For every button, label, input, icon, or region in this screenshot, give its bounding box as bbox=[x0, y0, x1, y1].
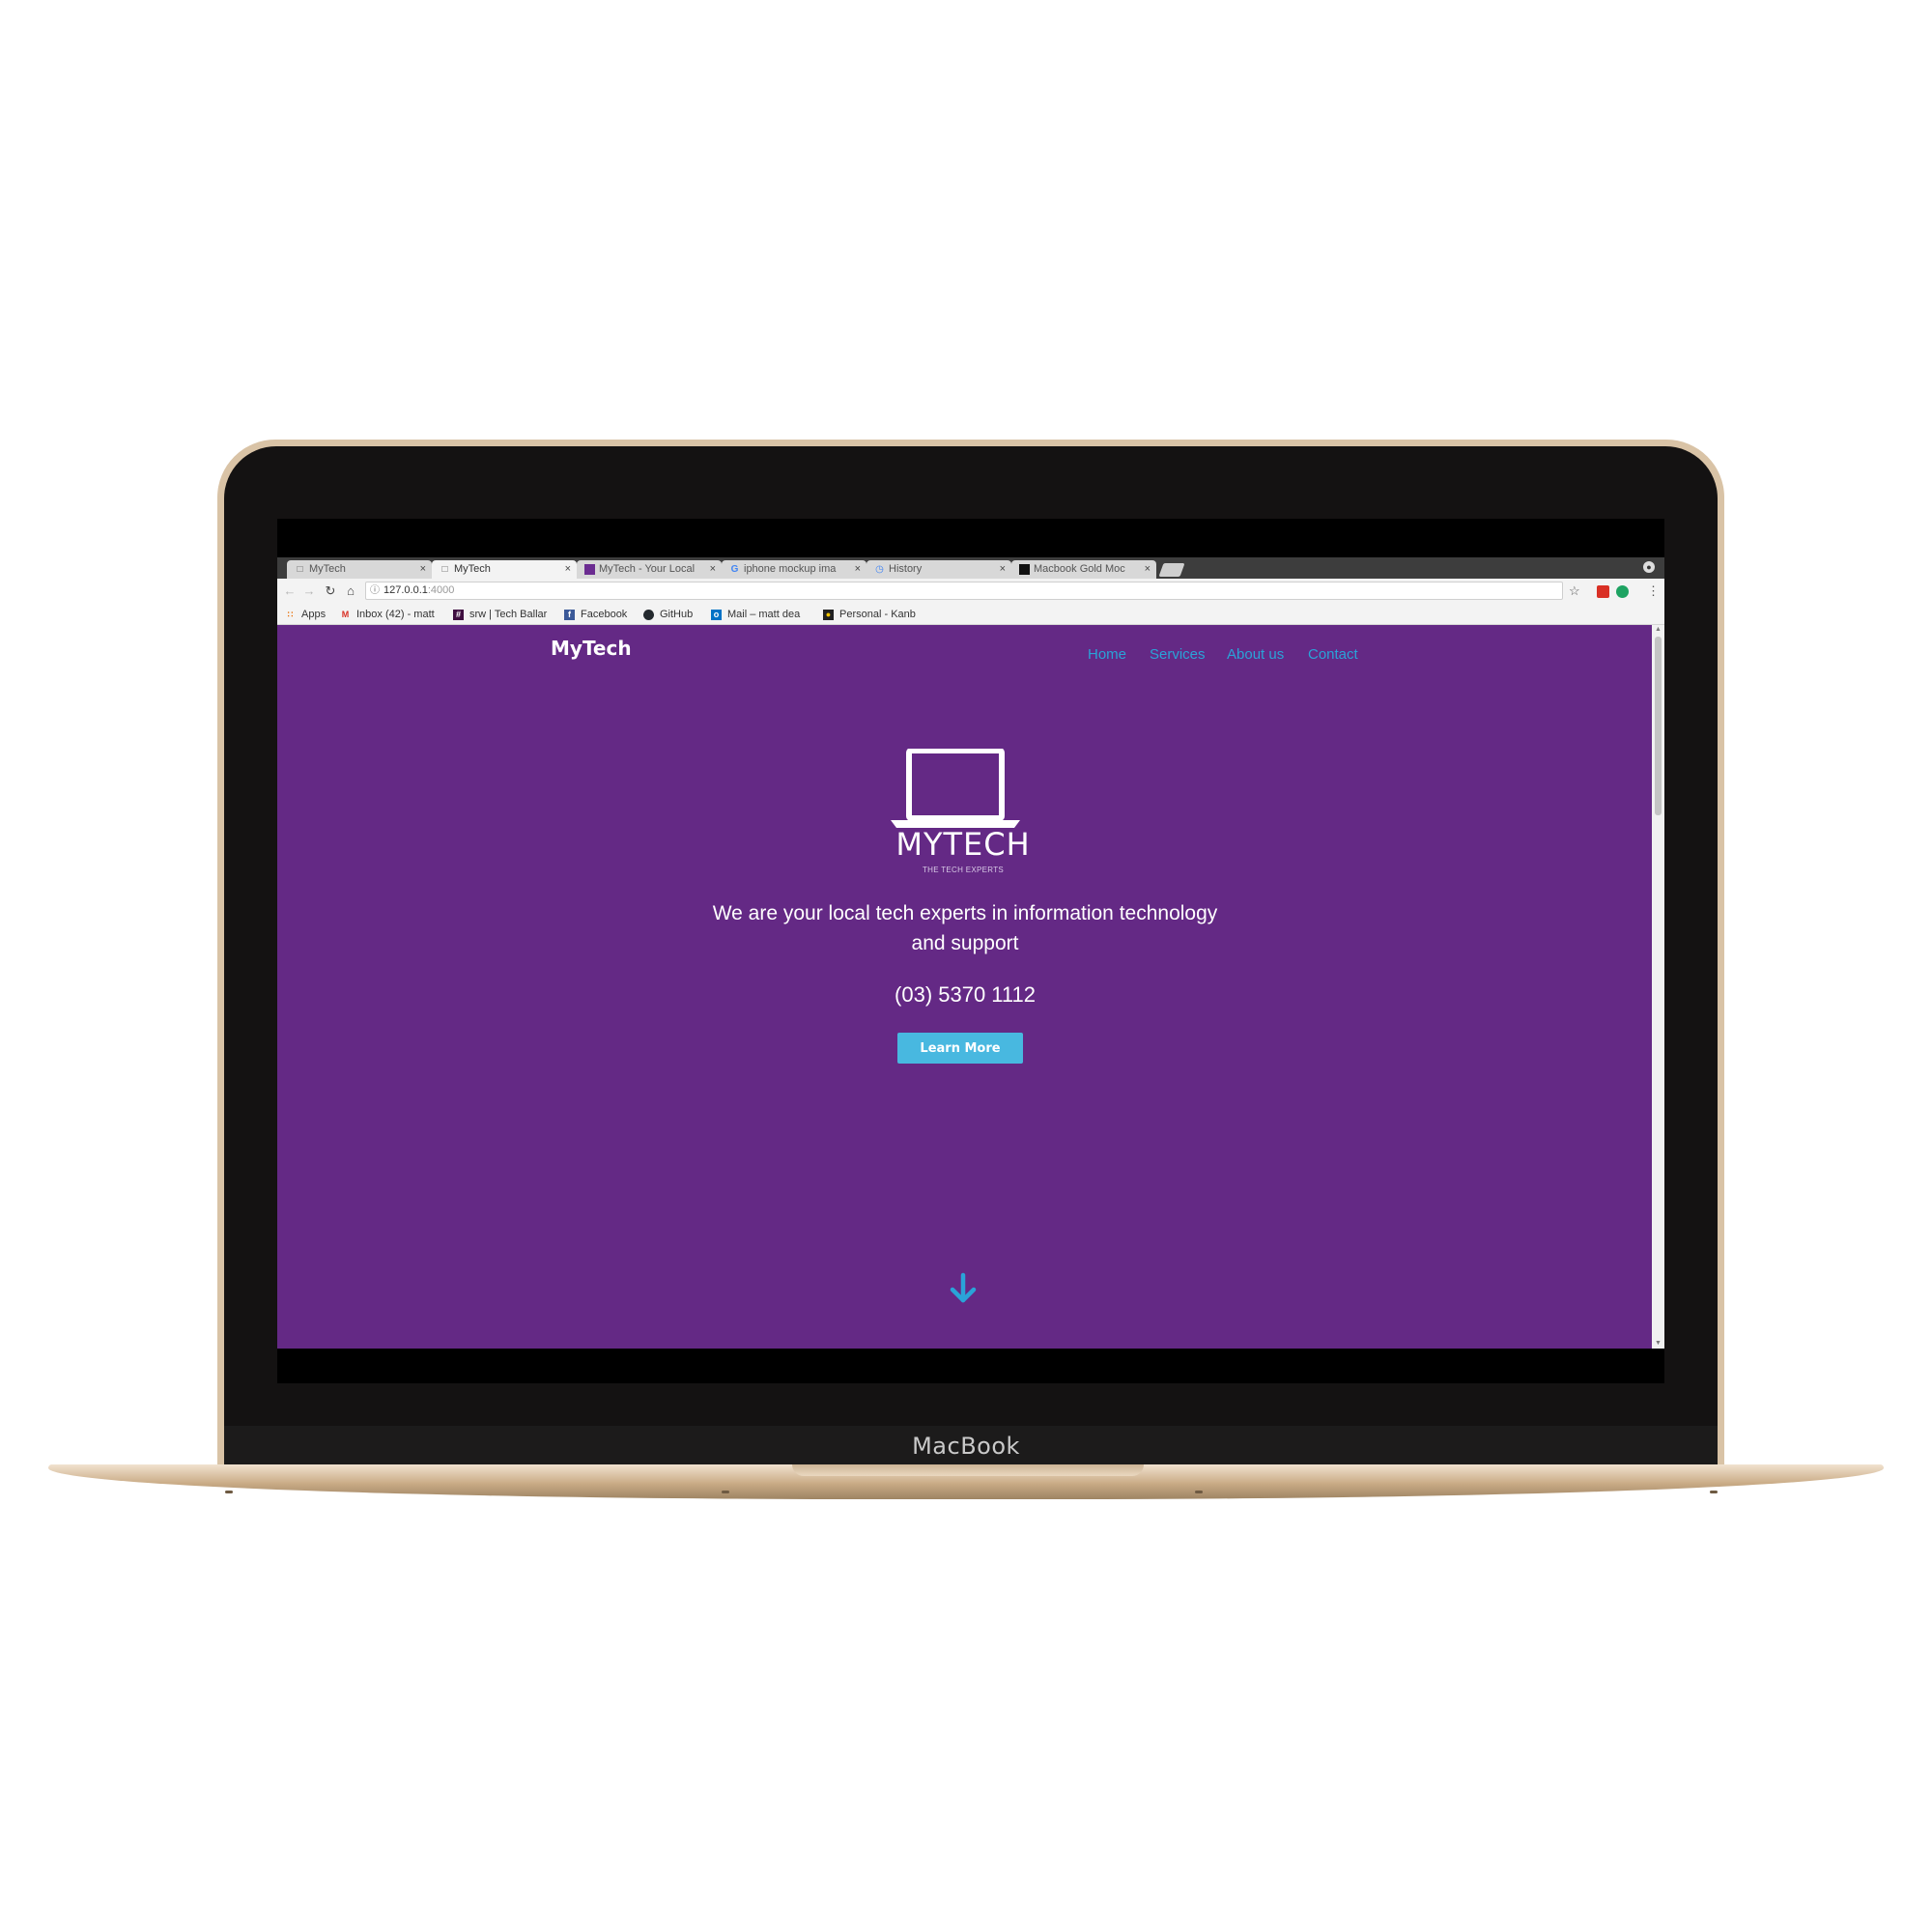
tab-label: MyTech bbox=[309, 563, 346, 575]
dark-favicon bbox=[1019, 564, 1030, 575]
extension-icon[interactable] bbox=[1616, 585, 1629, 598]
nav-link-services[interactable]: Services bbox=[1150, 646, 1206, 663]
apps-grid-icon: ∷ bbox=[287, 609, 294, 619]
laptop-foot bbox=[722, 1491, 729, 1493]
tab-label: MyTech bbox=[454, 563, 491, 575]
browser-toolbar: ← → ↻ ⌂ ⓘ 127.0.0.1:4000 ☆ ⋮ bbox=[277, 579, 1664, 604]
close-icon[interactable]: × bbox=[420, 560, 426, 579]
github-icon bbox=[643, 609, 654, 620]
browser-window: □ MyTech × □ MyTech × MyTech - Your Local … bbox=[277, 557, 1664, 1349]
arrow-down-icon[interactable] bbox=[949, 1272, 978, 1305]
history-icon: ◷ bbox=[875, 564, 884, 575]
page-icon: □ bbox=[297, 564, 303, 575]
google-icon: G bbox=[730, 564, 739, 575]
scroll-down-icon[interactable]: ▼ bbox=[1652, 1339, 1664, 1349]
bookmark-label: Apps bbox=[301, 609, 327, 621]
laptop-foot bbox=[1710, 1491, 1718, 1493]
laptop-foot bbox=[1195, 1491, 1203, 1493]
browser-tab[interactable]: MyTech - Your Local × bbox=[577, 560, 722, 579]
extension-icon[interactable] bbox=[1597, 585, 1609, 598]
bookmark-label: Inbox (42) - matt bbox=[356, 609, 435, 621]
url-port: :4000 bbox=[427, 584, 455, 596]
tab-label: MyTech - Your Local bbox=[599, 563, 696, 575]
forward-arrow-icon[interactable]: → bbox=[300, 582, 318, 601]
laptop-foot bbox=[225, 1491, 233, 1493]
browser-tab[interactable]: □ MyTech × bbox=[287, 560, 432, 579]
tab-label: iphone mockup ima bbox=[744, 563, 837, 575]
nav-link-contact[interactable]: Contact bbox=[1308, 646, 1358, 663]
profile-icon[interactable]: ● bbox=[1643, 561, 1655, 573]
bookmark-label: Facebook bbox=[581, 609, 628, 621]
bookmark-mail[interactable]: o Mail – matt dea bbox=[711, 607, 815, 622]
bookmarks-bar: ∷ Apps M Inbox (42) - matt # srw | Tech Bal… bbox=[277, 604, 1664, 625]
close-icon[interactable]: × bbox=[565, 560, 571, 579]
browser-tab[interactable]: Macbook Gold Moc × bbox=[1011, 560, 1156, 579]
back-arrow-icon[interactable]: ← bbox=[281, 582, 298, 601]
hero-headline: We are your local tech experts in inform… bbox=[712, 902, 1218, 954]
nav-link-about[interactable]: About us bbox=[1227, 646, 1284, 663]
laptop-screen: □ MyTech × □ MyTech × MyTech - Your Local … bbox=[277, 519, 1664, 1383]
slack-icon: # bbox=[453, 609, 464, 620]
info-icon: ⓘ bbox=[370, 585, 380, 596]
browser-tab[interactable]: ◷ History × bbox=[867, 560, 1011, 579]
bookmark-label: srw | Tech Ballar bbox=[469, 609, 548, 621]
nav-link-home[interactable]: Home bbox=[1088, 646, 1126, 663]
facebook-icon: f bbox=[564, 609, 575, 620]
bookmark-star-icon[interactable]: ☆ bbox=[1569, 582, 1580, 601]
gmail-icon: M bbox=[341, 609, 350, 619]
bookmark-label: Personal - Kanb bbox=[839, 609, 916, 621]
tab-strip: □ MyTech × □ MyTech × MyTech - Your Local … bbox=[277, 557, 1664, 579]
kanban-icon: ● bbox=[823, 609, 834, 620]
laptop-brand-label: MacBook bbox=[912, 1433, 1020, 1460]
page-icon: □ bbox=[441, 564, 448, 575]
bookmark-apps[interactable]: ∷ Apps bbox=[285, 607, 339, 622]
bookmark-slack[interactable]: # srw | Tech Ballar bbox=[453, 607, 557, 622]
close-icon[interactable]: × bbox=[1000, 560, 1006, 579]
laptop-hinge-notch bbox=[792, 1464, 1144, 1476]
close-icon[interactable]: × bbox=[855, 560, 861, 579]
site-logo[interactable]: MyTech bbox=[551, 637, 632, 660]
home-icon[interactable]: ⌂ bbox=[342, 582, 359, 601]
browser-menu-icon[interactable]: ⋮ bbox=[1647, 582, 1660, 601]
bookmark-facebook[interactable]: f Facebook bbox=[564, 607, 641, 622]
tab-label: Macbook Gold Moc bbox=[1034, 563, 1125, 575]
outlook-icon: o bbox=[711, 609, 722, 620]
page-scrollbar[interactable]: ▲ ▼ bbox=[1652, 625, 1664, 1349]
bookmark-label: Mail – matt dea bbox=[727, 609, 801, 621]
scroll-up-icon[interactable]: ▲ bbox=[1652, 625, 1664, 635]
browser-tab-active[interactable]: □ MyTech × bbox=[432, 560, 577, 579]
url-host: 127.0.0.1 bbox=[384, 584, 428, 596]
bookmark-github[interactable]: GitHub bbox=[643, 607, 711, 622]
new-tab-button[interactable] bbox=[1158, 563, 1185, 577]
learn-more-button[interactable]: Learn More bbox=[897, 1033, 1023, 1064]
bookmark-kanban[interactable]: ● Personal - Kanb bbox=[823, 607, 929, 622]
address-bar[interactable]: ⓘ 127.0.0.1:4000 bbox=[365, 582, 1563, 600]
hero-brand-word: MYTECH bbox=[895, 826, 1031, 863]
browser-tab[interactable]: Giphone mockup ima × bbox=[722, 560, 867, 579]
phone-number[interactable]: (03) 5370 1112 bbox=[704, 982, 1226, 1008]
hero-tagline: THE TECH EXPERTS bbox=[922, 866, 1005, 874]
close-icon[interactable]: × bbox=[710, 560, 716, 579]
close-icon[interactable]: × bbox=[1145, 560, 1151, 579]
tab-label: History bbox=[889, 563, 923, 575]
scrollbar-thumb[interactable] bbox=[1655, 637, 1662, 815]
website-page: MyTech Home Services About us Contact MY… bbox=[277, 625, 1652, 1349]
bookmark-inbox[interactable]: M Inbox (42) - matt bbox=[340, 607, 444, 622]
site-favicon bbox=[584, 564, 595, 575]
reload-icon[interactable]: ↻ bbox=[322, 582, 339, 601]
bookmark-label: GitHub bbox=[660, 609, 694, 621]
